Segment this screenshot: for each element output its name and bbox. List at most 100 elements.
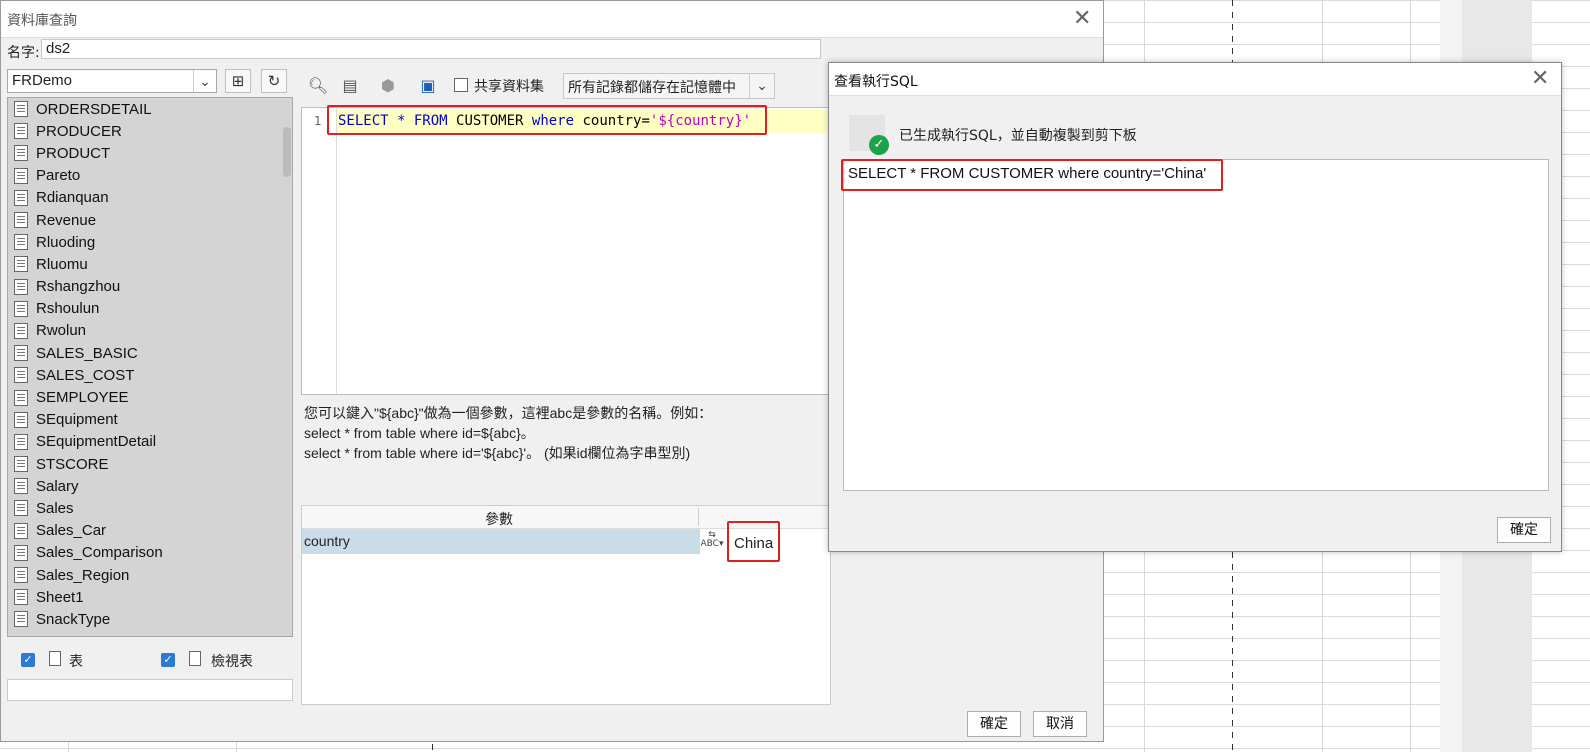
table-list-item[interactable]: Rluomu (8, 253, 292, 275)
table-browser: FRDemo ⌄ ⊞ ↻ ORDERSDETAIL PRODUCER PRODUCT… (7, 67, 293, 703)
table-list-item[interactable]: Salary (8, 475, 292, 497)
table-list-item[interactable]: Revenue (8, 209, 292, 231)
view-sql-dialog: 查看執行SQL ✕ ✓ 已生成執行SQL，並自動複製到剪下板 SELECT * … (828, 62, 1562, 552)
table-list-item[interactable]: Rshoulun (8, 298, 292, 320)
table-name: Rluomu (36, 255, 88, 273)
table-name: Pareto (36, 167, 81, 185)
table-list-item[interactable]: Sales (8, 497, 292, 519)
preview-icon[interactable]: 🔍︎ (307, 75, 329, 97)
table-list-item[interactable]: PRODUCER (8, 120, 292, 142)
table-list-item[interactable]: Sheet1 (8, 586, 292, 608)
table-name: Sales_Car (36, 522, 107, 540)
table-list-item[interactable]: Rwolun (8, 320, 292, 342)
memory-option-select[interactable]: 所有記錄都儲存在記憶體中 ⌄ (563, 73, 775, 99)
table-list-item[interactable]: SnackType (8, 608, 292, 630)
table-icon (14, 167, 28, 184)
stop-icon[interactable]: ⬢ (377, 75, 399, 97)
table-list-item[interactable]: SEquipment (8, 409, 292, 431)
cancel-button[interactable]: 取消 (1033, 711, 1087, 737)
dialog-titlebar: 查看執行SQL ✕ (829, 63, 1561, 96)
table-name: SEquipmentDetail (36, 433, 157, 451)
table-icon (14, 145, 28, 162)
table-list-item[interactable]: ORDERSDETAIL (8, 98, 292, 120)
table-list-item[interactable]: SALES_BASIC (8, 342, 292, 364)
parameter-row[interactable]: country (302, 529, 700, 554)
table-name: Revenue (36, 211, 97, 229)
refresh-icon[interactable]: ↻ (261, 69, 287, 93)
connection-select[interactable]: FRDemo ⌄ (7, 69, 217, 93)
table-filter-checkbox[interactable]: ✓ (21, 653, 35, 667)
table-list-item[interactable]: SALES_COST (8, 364, 292, 386)
help-line: select * from table where id='${abc}'。 (… (304, 445, 691, 461)
table-name: Sales_Region (36, 566, 130, 584)
sql-result-area[interactable]: SELECT * FROM CUSTOMER where country='Ch… (843, 159, 1549, 491)
table-list-item[interactable]: Sales_Region (8, 564, 292, 586)
table-icon (14, 345, 28, 362)
table-icon (14, 589, 28, 606)
table-icon (14, 522, 28, 539)
table-list-item[interactable]: Sales_Comparison (8, 542, 292, 564)
table-list-item[interactable]: SEquipmentDetail (8, 431, 292, 453)
column-divider (698, 508, 699, 526)
view-filter-checkbox[interactable]: ✓ (161, 653, 175, 667)
table-icon (14, 456, 28, 473)
highlight-box (327, 105, 767, 135)
chevron-down-icon[interactable]: ⌄ (749, 74, 774, 98)
share-dataset-label: 共享資料集 (474, 79, 544, 95)
sql-editor[interactable]: 1 SELECT * FROM CUSTOMER where country='… (301, 107, 831, 395)
view-filter-label: 檢視表 (211, 654, 253, 670)
table-icon (14, 367, 28, 384)
chevron-down-icon[interactable]: ⌄ (193, 70, 216, 92)
table-list-item[interactable]: Rdianquan (8, 187, 292, 209)
table-icon (49, 651, 61, 666)
table-icon (14, 300, 28, 317)
table-name: Rshoulun (36, 300, 100, 318)
memory-option-value: 所有記錄都儲存在記憶體中 (568, 80, 736, 96)
name-input[interactable]: ds2 (41, 39, 821, 59)
close-icon[interactable]: ✕ (1073, 8, 1091, 30)
table-list[interactable]: ORDERSDETAIL PRODUCER PRODUCT Pareto Rdianqu… (7, 97, 293, 637)
view-icon (189, 651, 201, 666)
table-name: Sales (36, 499, 74, 517)
table-filter-label: 表 (69, 654, 83, 670)
table-list-item[interactable]: Sales_Car (8, 520, 292, 542)
ok-button[interactable]: 確定 (1497, 517, 1551, 543)
table-name: PRODUCT (36, 144, 111, 162)
table-name: SALES_COST (36, 366, 135, 384)
table-icon (14, 544, 28, 561)
help-line: 您可以鍵入"${abc}"做為一個參數，這裡abc是參數的名稱。例如： (304, 405, 713, 421)
table-list-item[interactable]: PRODUCT (8, 142, 292, 164)
table-name: Salary (36, 477, 79, 495)
sql-generated-icon: ✓ (849, 115, 889, 155)
parameter-name: country (304, 533, 350, 549)
name-label: 名字: (7, 45, 40, 61)
scrollbar[interactable] (283, 127, 291, 177)
table-icon (14, 278, 28, 295)
table-search-input[interactable] (7, 679, 293, 701)
table-name: SALES_BASIC (36, 344, 138, 362)
table-list-item[interactable]: Rluoding (8, 231, 292, 253)
dialog-title: 資料庫查詢 (7, 13, 77, 29)
table-icon (14, 411, 28, 428)
table-list-item[interactable]: Rshangzhou (8, 276, 292, 298)
share-dataset-checkbox[interactable] (454, 78, 468, 92)
line-gutter: 1 (302, 108, 337, 394)
check-icon: ✓ (869, 135, 889, 155)
edit-connection-icon[interactable]: ⊞ (225, 69, 251, 93)
highlight-box (727, 521, 780, 562)
sql-icon[interactable]: ▤ (339, 75, 361, 97)
save-icon[interactable]: ▣ (417, 75, 439, 97)
table-list-item[interactable]: Pareto (8, 165, 292, 187)
table-list-item[interactable]: SEMPLOYEE (8, 386, 292, 408)
table-icon (14, 389, 28, 406)
name-row: 名字: ds2 (1, 38, 1103, 64)
table-name: Rdianquan (36, 189, 109, 207)
table-icon (14, 611, 28, 628)
table-list-item[interactable]: STSCORE (8, 453, 292, 475)
table-name: Rshangzhou (36, 278, 121, 296)
string-type-icon[interactable]: ⇆ ABC▾ (700, 531, 724, 555)
connection-value: FRDemo (12, 72, 73, 89)
generated-message: 已生成執行SQL，並自動複製到剪下板 (899, 128, 1137, 144)
ok-button[interactable]: 確定 (967, 711, 1021, 737)
close-icon[interactable]: ✕ (1531, 68, 1549, 90)
